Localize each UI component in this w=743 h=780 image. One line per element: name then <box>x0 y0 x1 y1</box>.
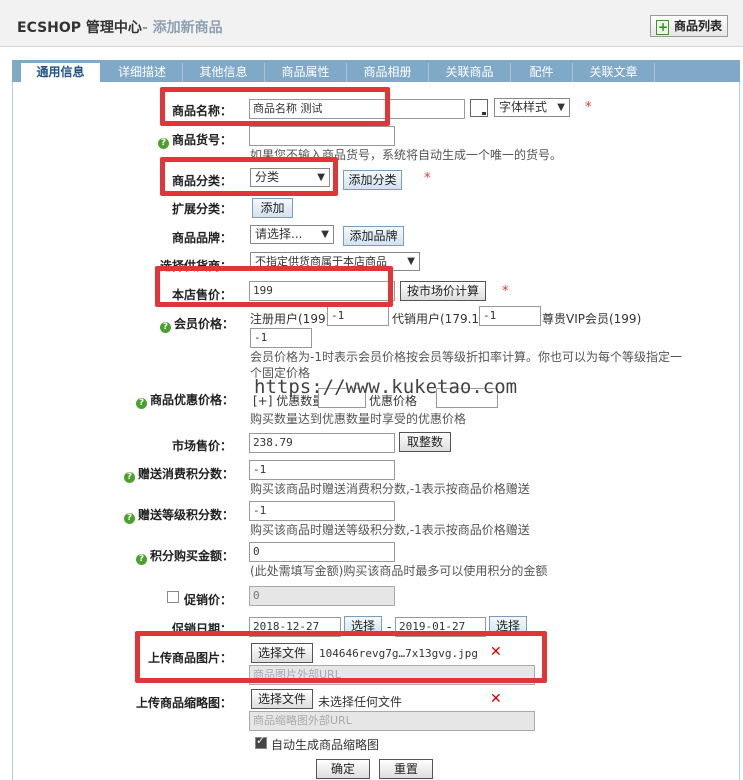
brand-select[interactable]: 请选择... ▼ <box>250 225 334 244</box>
add-brand-button[interactable]: 添加品牌 <box>343 226 404 246</box>
goods-sn-label: ? 商品货号： <box>155 131 232 149</box>
required-mark: * <box>585 100 592 115</box>
ext-category-label: 扩展分类： <box>171 202 232 216</box>
volume-price-label: ? 商品优惠价格： <box>130 391 234 409</box>
page-subtitle: - 添加新商品 <box>141 20 223 36</box>
tab-linked-goods[interactable]: 关联商品 <box>429 63 511 82</box>
help-icon[interactable]: ? <box>157 138 169 149</box>
member-price-label: ? 会员价格： <box>152 315 234 333</box>
give-integral-label: ? 赠送消费积分数： <box>118 465 234 483</box>
integral-amount-input[interactable]: 0 <box>249 542 395 562</box>
agent-price-input[interactable]: -1 <box>479 306 541 326</box>
tab-gallery[interactable]: 商品相册 <box>347 63 429 82</box>
choose-thumb-button[interactable]: 选择文件 <box>251 689 313 709</box>
tab-attributes[interactable]: 商品属性 <box>265 63 347 82</box>
goods-thumb-label: 上传商品缩略图： <box>135 696 232 710</box>
goods-sn-input[interactable] <box>249 126 395 146</box>
help-icon[interactable]: ? <box>123 513 135 524</box>
registered-price-input[interactable]: -1 <box>327 306 389 326</box>
highlight-goods-name <box>160 87 390 126</box>
give-integral-input[interactable]: -1 <box>249 460 395 480</box>
tab-accessories[interactable]: 配件 <box>511 63 573 82</box>
vip-price-input[interactable]: -1 <box>250 328 312 348</box>
highlight-goods-image <box>135 631 547 683</box>
dropdown-arrow-icon: ▼ <box>557 102 565 113</box>
watermark-text: https://www.kuketao.com <box>254 376 518 398</box>
dropdown-arrow-icon: ▼ <box>321 229 329 240</box>
tab-description[interactable]: 详细描述 <box>102 63 183 82</box>
required-mark: * <box>424 171 431 186</box>
auto-thumb-checkbox[interactable] <box>255 734 267 749</box>
integral-amount-label: ? 积分购买金额： <box>118 547 234 565</box>
registered-user-label: 注册用户(199) <box>250 312 331 326</box>
page-header: ECSHOP 管理中心- 添加新商品 商品列表 <box>0 0 743 47</box>
round-price-button[interactable]: 取整数 <box>399 432 451 452</box>
volume-price-note: 购买数量达到优惠数量时享受的优惠价格 <box>250 412 467 426</box>
promote-price-label: 促销价： <box>183 593 232 607</box>
help-icon[interactable]: ? <box>123 472 135 483</box>
agent-user-label: 代销用户(179.1) <box>392 312 484 326</box>
thumb-filename: 未选择任何文件 <box>318 695 403 709</box>
help-icon[interactable]: ? <box>135 398 147 409</box>
give-integral-note: 购买该商品时赠送消费积分数,-1表示按商品价格赠送 <box>250 482 530 496</box>
integral-amount-note: (此处需填写金额)购买该商品时最多可以使用积分的金额 <box>250 564 548 578</box>
font-style-select[interactable]: 字体样式 ▼ <box>494 98 570 117</box>
submit-button[interactable]: 确定 <box>316 759 370 779</box>
highlight-category <box>160 157 338 196</box>
page-title: ECSHOP 管理中心- 添加新商品 <box>17 20 223 36</box>
calc-by-market-button[interactable]: 按市场价计算 <box>400 281 486 301</box>
help-icon[interactable]: ? <box>159 322 171 333</box>
dropdown-arrow-icon: ▼ <box>407 256 415 267</box>
promote-price-input[interactable]: 0 <box>249 586 395 606</box>
vip-user-label: 尊贵VIP会员(199) <box>542 312 642 326</box>
required-mark: * <box>502 284 509 299</box>
remove-thumb-icon[interactable]: ✕ <box>490 691 502 707</box>
market-price-input[interactable]: 238.79 <box>249 433 395 453</box>
auto-thumb-label: 自动生成商品缩略图 <box>271 738 380 752</box>
thumb-url-input[interactable]: 商品缩略图外部URL <box>249 711 535 731</box>
color-picker-icon[interactable] <box>470 99 488 117</box>
rank-integral-note: 购买该商品时赠送等级积分数,-1表示按商品价格赠送 <box>250 523 530 537</box>
rank-integral-input[interactable]: -1 <box>249 501 395 521</box>
help-icon[interactable]: ? <box>135 554 147 565</box>
market-price-label: 市场售价： <box>171 439 232 453</box>
brand-label: 商品品牌： <box>171 231 232 245</box>
reset-button[interactable]: 重置 <box>379 759 433 779</box>
goods-list-button[interactable]: 商品列表 <box>650 15 728 37</box>
tab-bar: 通用信息 详细描述 其他信息 商品属性 商品相册 关联商品 配件 关联文章 <box>12 60 740 82</box>
tab-linked-articles[interactable]: 关联文章 <box>573 63 655 82</box>
add-document-icon <box>656 17 669 37</box>
tab-other-info[interactable]: 其他信息 <box>183 63 265 82</box>
add-ext-category-button[interactable]: 添加 <box>252 198 293 218</box>
add-category-button[interactable]: 添加分类 <box>343 170 402 190</box>
rank-integral-label: ? 赠送等级积分数： <box>118 506 234 524</box>
highlight-shop-price <box>155 266 393 307</box>
tab-general[interactable]: 通用信息 <box>21 63 100 82</box>
